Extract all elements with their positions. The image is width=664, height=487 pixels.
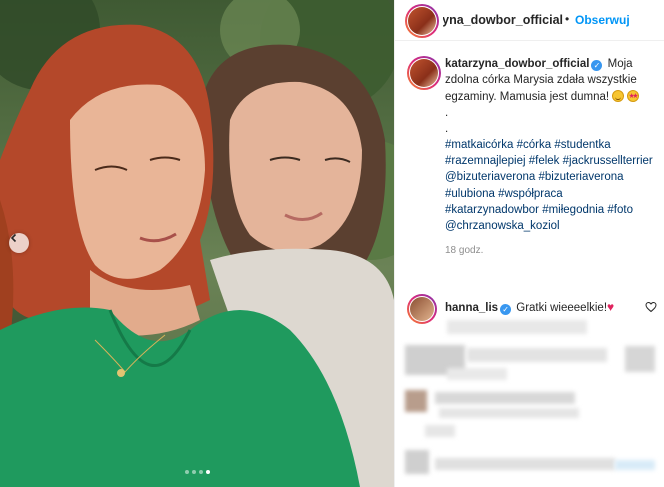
hashtag-link[interactable]: #miłegodnia [542,204,604,216]
chevron-left-icon [10,233,17,243]
hashtag-link[interactable]: #foto [607,204,633,216]
hashtag-link[interactable]: #współpraca [498,188,563,200]
mention-link[interactable]: @chrzanowska_koziol [445,220,560,232]
comment-item: hanna_lis ✓ Gratki wieeeelkie!♥ [407,294,657,324]
blurred-block [405,450,429,474]
blurred-block [447,368,507,380]
hashtag-link[interactable]: #studentka [554,139,610,151]
blurred-block [467,348,607,362]
comment-text: Gratki wieeeelkie! [516,302,608,314]
follow-button[interactable]: Obserwuj [575,13,630,27]
post-photo[interactable] [0,0,394,487]
necklace-pendant [117,369,125,377]
photo-illustration [0,0,394,487]
hashtag-link[interactable]: #felek [529,155,560,167]
commenter-avatar [410,297,434,321]
blurred-block [439,408,579,418]
hashtag-link[interactable]: #jackrussellterrier [563,155,653,167]
caption: katarzyna_dowbor_official ✓ Moja zdolna c… [407,56,657,259]
blurred-block [435,392,575,404]
verified-badge-icon: ✓ [591,60,603,71]
carousel-indicator [0,470,394,474]
hashtag-link[interactable]: #bizuteriaverona [539,171,624,183]
post-timestamp[interactable]: 18 godz. [445,243,657,259]
carousel-dot [184,470,189,474]
heart-outline-icon[interactable] [645,301,657,313]
mention-link[interactable]: @bizuteriaverona [445,171,535,183]
separator-dot: • [565,12,570,26]
carousel-dot [198,470,203,474]
carousel-dot [191,470,196,474]
carousel-dot-active [205,470,210,474]
hashtag-link[interactable]: #katarzynadowbor [445,204,539,216]
caption-username[interactable]: katarzyna_dowbor_official [445,58,589,70]
blurred-block [625,346,655,372]
hashtag-link[interactable]: #córka [517,139,552,151]
hashtag-link[interactable]: #ulubiona [445,188,495,200]
hashtag-link[interactable]: #razemnajlepiej [445,155,526,167]
caption-story-ring[interactable] [407,56,441,90]
blurred-block [447,320,587,334]
blurred-block [615,460,655,470]
red-heart-emoji-icon: ♥ [607,300,615,314]
comment-text-line: hanna_lis ✓ Gratki wieeeelkie!♥ [445,300,614,315]
story-ring[interactable] [405,4,439,38]
post-header: katarzyna_dowbor_official • Obserwuj [395,0,664,41]
hashtag-link[interactable]: #matkaicórka [445,139,513,151]
blurred-block [425,425,455,437]
star-struck-emoji-icon [627,89,640,105]
comment-username[interactable]: hanna_lis [445,302,498,314]
caption-body: katarzyna_dowbor_official ✓ Moja zdolna c… [445,56,657,259]
blurred-block [405,390,427,412]
caption-dot-line: . [445,106,449,119]
verified-badge-icon: ✓ [500,304,512,315]
post-details-panel: katarzyna_dowbor_official • Obserwuj kat… [394,0,664,487]
smiling-face-emoji-icon [612,89,625,102]
avatar [410,59,438,87]
caption-dot-line: . [445,122,449,135]
previous-photo-button[interactable] [9,233,29,253]
comment-story-ring[interactable] [407,294,437,324]
header-username[interactable]: katarzyna_dowbor_official [443,13,563,27]
blurred-block [435,458,615,470]
avatar [408,7,436,35]
